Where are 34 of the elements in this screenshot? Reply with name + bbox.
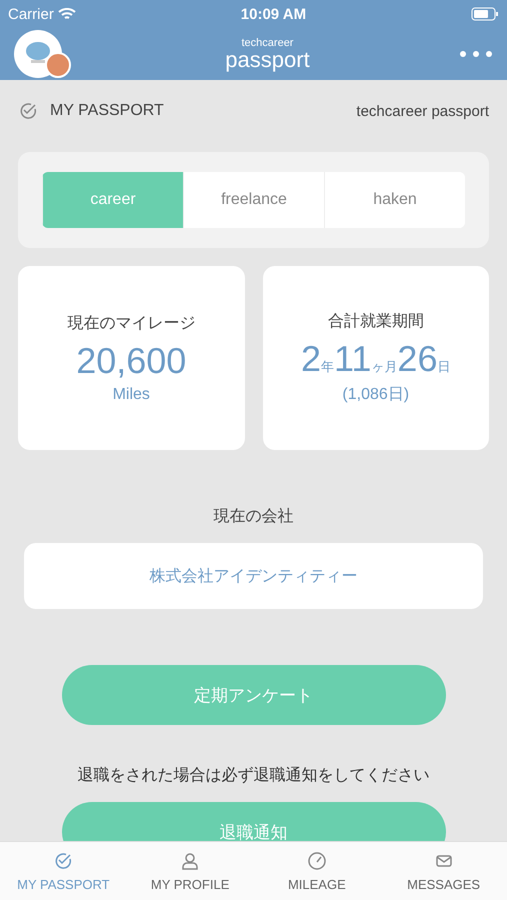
duration-number: 2: [301, 338, 322, 380]
status-time: 10:09 AM: [240, 6, 306, 22]
mileage-unit: Miles: [112, 386, 150, 404]
section-title: MY PASSPORT: [50, 102, 164, 120]
mileage-label: 現在のマイレージ: [67, 314, 196, 334]
battery-icon: [471, 7, 499, 21]
survey-button[interactable]: 定期アンケート: [62, 665, 446, 725]
tab-bar-item[interactable]: MY PASSPORT: [0, 842, 127, 900]
duration-unit: 日: [437, 358, 450, 376]
tab-bar-item[interactable]: MESSAGES: [380, 842, 507, 900]
duration-label: 合計就業期間: [328, 312, 424, 332]
duration-unit: ヶ月: [371, 358, 398, 376]
logo-text: passport: [225, 48, 310, 70]
duration-number: 26: [397, 338, 438, 380]
segment-tab[interactable]: career: [42, 172, 183, 228]
check-circle-icon: [18, 101, 38, 121]
retire-notice: 退職をされた場合は必ず退職通知をしてください: [76, 766, 430, 786]
company-name: 株式会社アイデンティティー: [24, 543, 483, 609]
retire-button[interactable]: 退職通知: [62, 802, 446, 841]
mileage-value: 20,600: [76, 340, 186, 382]
company-label: 現在の会社: [212, 506, 294, 527]
person-icon: [180, 850, 200, 870]
tab-bar-item[interactable]: MY PROFILE: [126, 842, 254, 900]
duration-number: 11: [334, 338, 372, 380]
tab-bar-item[interactable]: MILEAGE: [254, 842, 380, 900]
more-icon[interactable]: [458, 50, 493, 58]
duration-unit: 年: [321, 358, 334, 376]
gauge-icon: [306, 850, 327, 870]
check-circle-icon: [53, 850, 74, 870]
carrier-label: Carrier: [8, 6, 54, 22]
duration-total: (1,086日): [342, 385, 410, 405]
logo-small-text: techcareer: [242, 38, 294, 48]
wifi-icon: [58, 8, 76, 20]
section-subtitle: techcareer passport: [356, 102, 489, 120]
